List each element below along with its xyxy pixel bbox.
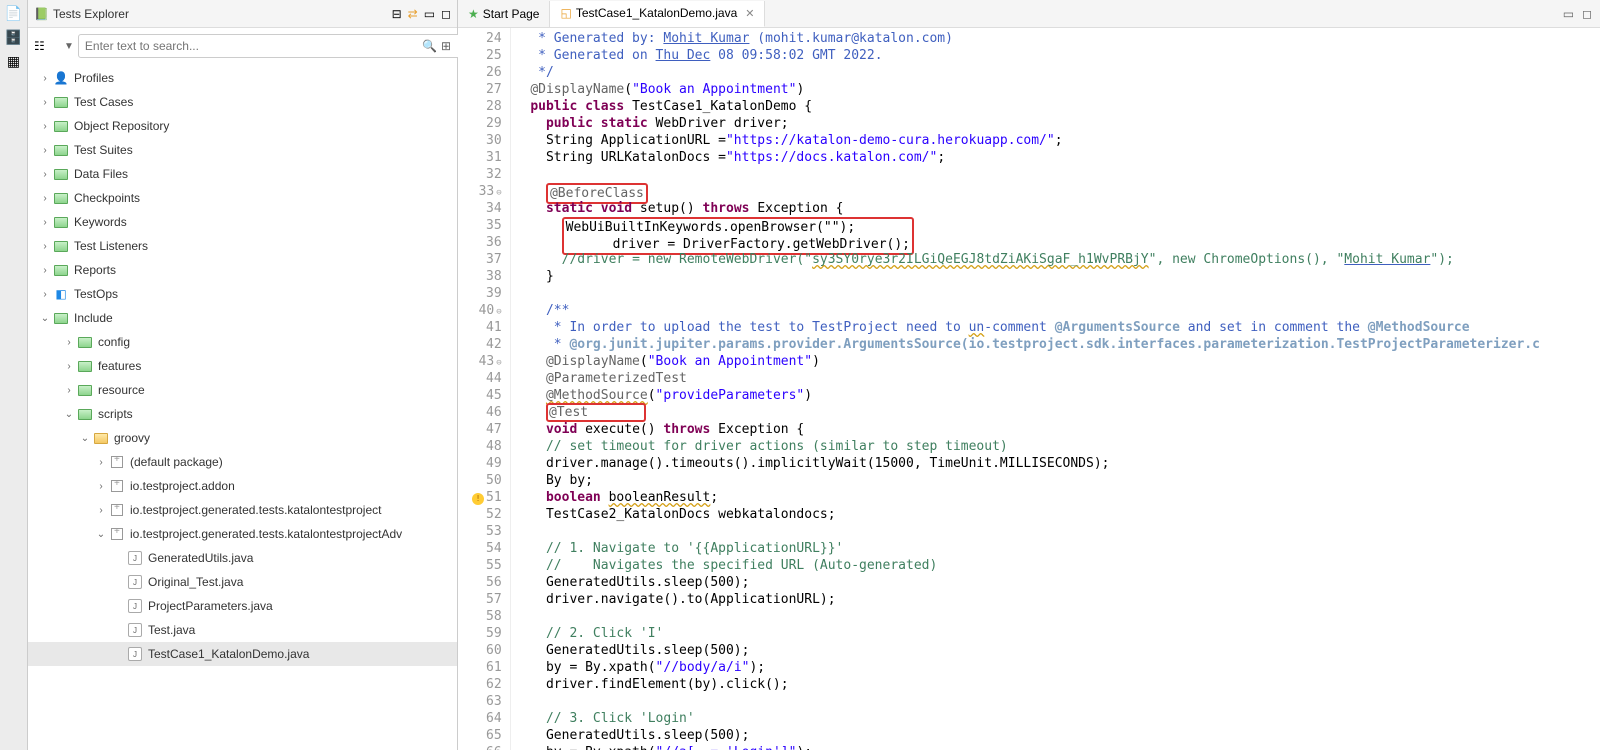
- search-icon[interactable]: 🔍: [422, 39, 437, 53]
- tree-profiles[interactable]: ›👤Profiles: [28, 66, 457, 90]
- tree-scripts[interactable]: ⌄scripts: [28, 402, 457, 426]
- tree-data-files[interactable]: ›Data Files: [28, 162, 457, 186]
- close-tab-icon[interactable]: ✕: [745, 7, 754, 20]
- tree-include[interactable]: ⌄Include: [28, 306, 457, 330]
- tree-default-pkg[interactable]: ›(default package): [28, 450, 457, 474]
- explorer-title: Tests Explorer: [53, 7, 129, 21]
- code-editor[interactable]: 24252627282930313233⊖34353637383940⊖4142…: [458, 28, 1600, 750]
- tab-file-label: TestCase1_KatalonDemo.java: [576, 6, 737, 20]
- grid-icon[interactable]: ▦: [5, 52, 23, 70]
- db-icon[interactable]: 🗄️: [5, 28, 23, 46]
- tree-test-suites[interactable]: ›Test Suites: [28, 138, 457, 162]
- tree-resource[interactable]: ›resource: [28, 378, 457, 402]
- explorer-tree: ›👤Profiles ›Test Cases ›Object Repositor…: [28, 64, 457, 676]
- star-icon: ★: [468, 7, 479, 21]
- tab-testcase1[interactable]: ◱ TestCase1_KatalonDemo.java ✕: [550, 1, 765, 27]
- filter-dropdown-icon[interactable]: ▼: [64, 41, 74, 52]
- line-gutter: 24252627282930313233⊖34353637383940⊖4142…: [458, 28, 511, 750]
- tree-file-tc1[interactable]: JTestCase1_KatalonDemo.java: [28, 642, 457, 666]
- java-file-icon: ◱: [560, 6, 571, 20]
- editor-maximize-icon[interactable]: ◻: [1582, 7, 1592, 21]
- tree-pkg-gen[interactable]: ›io.testproject.generated.tests.katalont…: [28, 498, 457, 522]
- tests-explorer-panel: 📗 Tests Explorer ⊟ ⇄ ▭ ◻ ☷ ▼ 🔍 ⊞ ›👤Profi…: [28, 0, 458, 750]
- explorer-doc-icon: 📗: [34, 7, 49, 21]
- tree-testops[interactable]: ›◧TestOps: [28, 282, 457, 306]
- doc-icon[interactable]: 📄: [5, 4, 23, 22]
- code-content[interactable]: * Generated by: Mohit Kumar (mohit.kumar…: [511, 28, 1540, 750]
- tree-pkg-addon[interactable]: ›io.testproject.addon: [28, 474, 457, 498]
- tab-start-label: Start Page: [483, 7, 540, 21]
- maximize-icon[interactable]: ◻: [441, 7, 451, 21]
- search-row: ☷ ▼ 🔍 ⊞: [28, 28, 457, 64]
- collapse-icon[interactable]: ⊟: [392, 7, 402, 21]
- minimize-icon[interactable]: ▭: [424, 7, 435, 21]
- tab-start-page[interactable]: ★ Start Page: [458, 1, 550, 27]
- tree-config[interactable]: ›config: [28, 330, 457, 354]
- link-icon[interactable]: ⇄: [408, 7, 418, 21]
- tree-checkpoints[interactable]: ›Checkpoints: [28, 186, 457, 210]
- options-icon[interactable]: ⊞: [441, 39, 451, 53]
- tree-object-repo[interactable]: ›Object Repository: [28, 114, 457, 138]
- tree-keywords[interactable]: ›Keywords: [28, 210, 457, 234]
- tree-file-test[interactable]: JTest.java: [28, 618, 457, 642]
- editor-tabbar: ★ Start Page ◱ TestCase1_KatalonDemo.java ✕…: [458, 0, 1600, 28]
- explorer-header: 📗 Tests Explorer ⊟ ⇄ ▭ ◻: [28, 0, 457, 28]
- search-input[interactable]: [78, 34, 468, 58]
- tree-reports[interactable]: ›Reports: [28, 258, 457, 282]
- editor-minimize-icon[interactable]: ▭: [1563, 7, 1574, 21]
- tree-file-original[interactable]: JOriginal_Test.java: [28, 570, 457, 594]
- tree-pkg-gen-adv[interactable]: ⌄io.testproject.generated.tests.katalont…: [28, 522, 457, 546]
- tree-features[interactable]: ›features: [28, 354, 457, 378]
- filter-icon[interactable]: ☷: [34, 39, 60, 53]
- editor-area: ★ Start Page ◱ TestCase1_KatalonDemo.java ✕…: [458, 0, 1600, 750]
- tree-test-cases[interactable]: ›Test Cases: [28, 90, 457, 114]
- tree-file-genutils[interactable]: JGeneratedUtils.java: [28, 546, 457, 570]
- tree-file-params[interactable]: JProjectParameters.java: [28, 594, 457, 618]
- left-icon-rail: 📄 🗄️ ▦: [0, 0, 28, 750]
- tree-groovy[interactable]: ⌄groovy: [28, 426, 457, 450]
- tree-listeners[interactable]: ›Test Listeners: [28, 234, 457, 258]
